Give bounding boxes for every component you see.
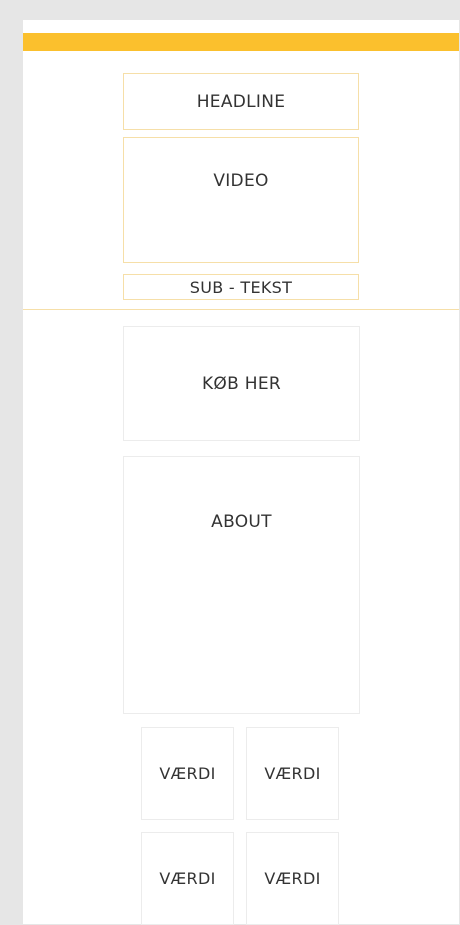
video-label: VIDEO [213, 171, 269, 191]
mobile-wireframe-page: HEADLINE VIDEO SUB - TEKST KØB HER ABOUT… [23, 20, 459, 925]
value-card: VÆRDI [246, 832, 339, 925]
about-section: ABOUT [123, 456, 360, 714]
value-label: VÆRDI [264, 764, 321, 783]
about-label: ABOUT [211, 512, 272, 532]
video-placeholder[interactable]: VIDEO [123, 137, 359, 263]
headline-box: HEADLINE [123, 73, 359, 130]
value-card: VÆRDI [141, 727, 234, 820]
value-card: VÆRDI [246, 727, 339, 820]
hero-divider [23, 309, 459, 310]
value-label: VÆRDI [264, 869, 321, 888]
sub-text-box: SUB - TEKST [123, 274, 359, 300]
value-card: VÆRDI [141, 832, 234, 925]
value-label: VÆRDI [159, 869, 216, 888]
headline-label: HEADLINE [196, 91, 286, 112]
buy-here-label: KØB HER [201, 373, 282, 394]
buy-here-button[interactable]: KØB HER [123, 326, 360, 441]
sub-text-label: SUB - TEKST [189, 277, 293, 297]
top-accent-bar [23, 33, 459, 51]
value-label: VÆRDI [159, 764, 216, 783]
